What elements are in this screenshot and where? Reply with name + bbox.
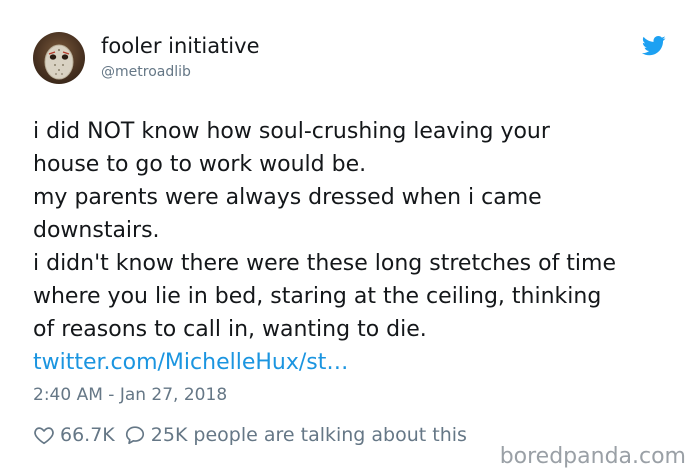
reply-count: 25K <box>150 424 188 446</box>
tweet-timestamp[interactable]: 2:40 AM - Jan 27, 2018 <box>33 385 227 405</box>
like-count: 66.7K <box>60 424 115 446</box>
tweet-card: fooler initiative @metroadlib i did NOT … <box>0 0 700 476</box>
tweet-text-line: i didn't know there were these long stre… <box>33 251 617 276</box>
avatar[interactable] <box>33 32 85 84</box>
tweet-text-line: house to go to work would be. <box>33 152 367 177</box>
tweet-text-line: of reasons to call in, wanting to die. <box>33 317 427 342</box>
tweet-text-line: where you lie in bed, staring at the cei… <box>33 284 602 309</box>
user-handle[interactable]: @metroadlib <box>101 64 191 80</box>
tweet-text: i did NOT know how soul-crushing leaving… <box>33 115 673 379</box>
display-name[interactable]: fooler initiative <box>101 34 259 58</box>
twitter-bird-icon[interactable] <box>642 36 666 56</box>
heart-icon <box>34 427 54 445</box>
talking-about-text[interactable]: people are talking about this <box>193 424 467 446</box>
watermark: boredpanda.com <box>499 444 686 469</box>
tweet-actions: 66.7K 25K people are talking about this <box>33 421 476 449</box>
tweet-text-line: i did NOT know how soul-crushing leaving… <box>33 119 550 144</box>
like-button[interactable]: 66.7K <box>33 424 115 446</box>
quoted-tweet-link[interactable]: twitter.com/MichelleHux/st… <box>33 346 673 379</box>
tweet-text-line: my parents were always dressed when i ca… <box>33 185 542 210</box>
reply-button[interactable]: 25K people are talking about this <box>124 424 467 446</box>
hockey-mask-avatar-icon <box>44 44 74 80</box>
speech-bubble-icon <box>125 426 144 445</box>
tweet-text-line: downstairs. <box>33 218 160 243</box>
